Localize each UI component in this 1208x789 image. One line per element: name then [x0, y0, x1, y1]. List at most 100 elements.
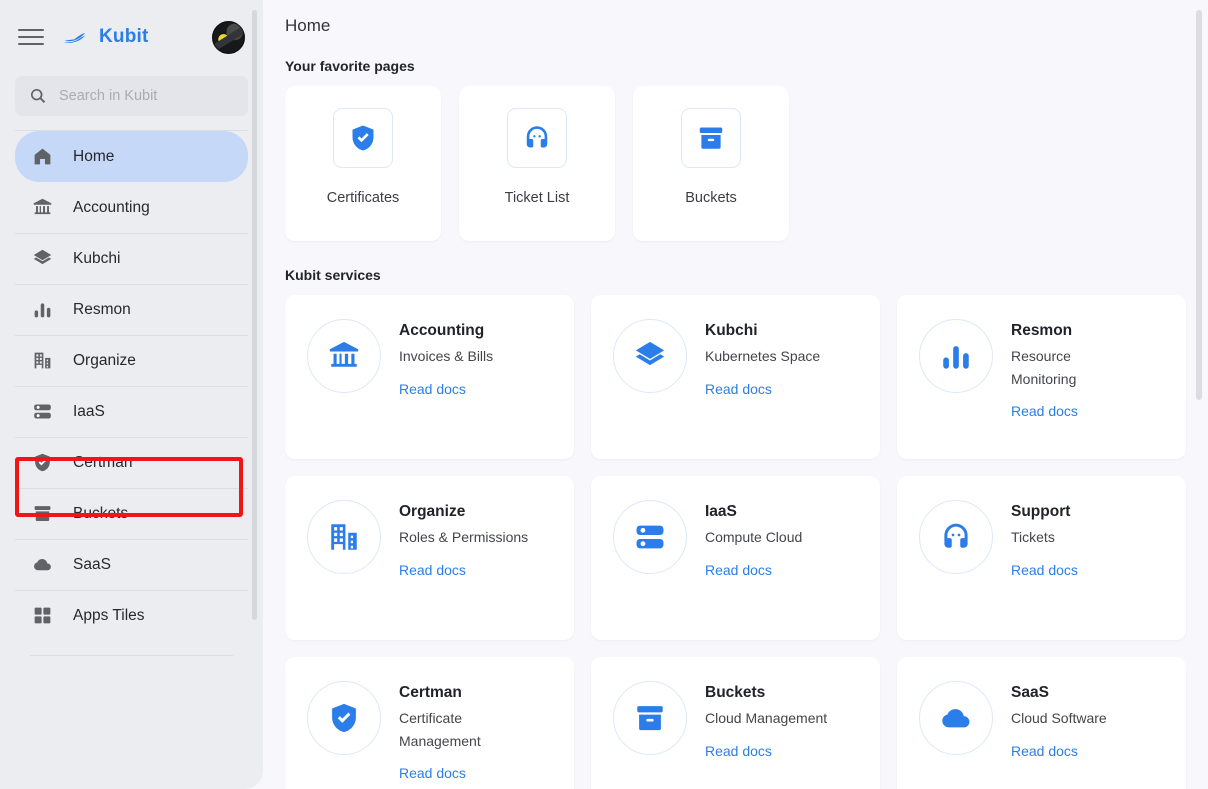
- service-text: SaaS Cloud Software Read docs: [1011, 681, 1107, 759]
- favorite-card-ticket-list[interactable]: Ticket List: [459, 86, 615, 241]
- service-subtitle: Invoices & Bills: [399, 348, 494, 364]
- sidebar-item-buckets[interactable]: Buckets: [15, 488, 248, 539]
- services-grid: Accounting Invoices & Bills Read docs Ku…: [285, 295, 1208, 789]
- read-docs-link[interactable]: Read docs: [705, 381, 820, 397]
- service-card-accounting[interactable]: Accounting Invoices & Bills Read docs: [285, 295, 574, 459]
- cloud-icon: [939, 701, 973, 735]
- brand-name: Kubit: [99, 26, 149, 47]
- building-icon: [327, 520, 361, 554]
- sidebar-item-iaas[interactable]: IaaS: [15, 386, 248, 437]
- sidebar-item-label: Organize: [73, 351, 136, 369]
- service-text: Organize Roles & Permissions Read docs: [399, 500, 528, 578]
- read-docs-link[interactable]: Read docs: [1011, 403, 1107, 419]
- icon-circle: [307, 681, 381, 755]
- main-scrollbar[interactable]: [1196, 10, 1202, 400]
- service-name: Support: [1011, 503, 1071, 520]
- sidebar-scrollbar[interactable]: [252, 10, 257, 620]
- favorite-card-label: Buckets: [685, 190, 737, 206]
- sidebar-item-label: Certman: [73, 453, 133, 471]
- building-icon: [32, 350, 53, 371]
- service-text: Kubchi Kubernetes Space Read docs: [705, 319, 820, 397]
- sidebar-header: Kubit: [0, 0, 263, 74]
- sidebar-item-apps-tiles[interactable]: Apps Tiles: [15, 590, 248, 641]
- icon-circle: [613, 500, 687, 574]
- favorites-heading: Your favorite pages: [285, 58, 415, 74]
- bank-icon: [327, 339, 361, 373]
- service-text: Support Tickets Read docs: [1011, 500, 1078, 578]
- service-name: Resmon: [1011, 322, 1073, 339]
- service-text: Certman Certificate Management Read docs: [399, 681, 491, 781]
- service-card-certman[interactable]: Certman Certificate Management Read docs: [285, 657, 574, 789]
- service-card-kubchi[interactable]: Kubchi Kubernetes Space Read docs: [591, 295, 880, 459]
- favorite-card-certificates[interactable]: Certificates: [285, 86, 441, 241]
- read-docs-link[interactable]: Read docs: [1011, 743, 1107, 759]
- search-input[interactable]: Search in Kubit: [15, 76, 248, 116]
- favorite-card-label: Ticket List: [504, 190, 570, 206]
- avatar[interactable]: [212, 20, 245, 54]
- icon-circle: [613, 319, 687, 393]
- sidebar-item-kubchi[interactable]: Kubchi: [15, 233, 248, 284]
- sidebar-item-label: Kubchi: [73, 249, 121, 267]
- sidebar-item-resmon[interactable]: Resmon: [15, 284, 248, 335]
- service-subtitle: Certificate Management: [399, 710, 481, 749]
- home-icon: [32, 146, 53, 167]
- service-subtitle: Cloud Management: [705, 710, 828, 726]
- boat-logo-icon: [62, 29, 92, 45]
- layers-icon: [633, 339, 667, 373]
- read-docs-link[interactable]: Read docs: [705, 562, 802, 578]
- icon-circle: [613, 681, 687, 755]
- service-card-resmon[interactable]: Resmon Resource Monitoring Read docs: [897, 295, 1186, 459]
- read-docs-link[interactable]: Read docs: [399, 381, 493, 397]
- read-docs-link[interactable]: Read docs: [399, 562, 528, 578]
- service-card-organize[interactable]: Organize Roles & Permissions Read docs: [285, 476, 574, 640]
- archive-icon: [32, 503, 53, 524]
- service-name: Kubchi: [705, 322, 758, 339]
- favorite-card-buckets[interactable]: Buckets: [633, 86, 789, 241]
- service-subtitle: Cloud Software: [1011, 710, 1107, 726]
- service-card-saas[interactable]: SaaS Cloud Software Read docs: [897, 657, 1186, 789]
- service-name: Buckets: [705, 684, 766, 701]
- page-title: Home: [285, 16, 331, 35]
- service-card-support[interactable]: Support Tickets Read docs: [897, 476, 1186, 640]
- sidebar-item-label: IaaS: [73, 402, 105, 420]
- service-text: Accounting Invoices & Bills Read docs: [399, 319, 493, 397]
- service-text: Buckets Cloud Management Read docs: [705, 681, 827, 759]
- sidebar-item-label: SaaS: [73, 555, 111, 573]
- service-name: Certman: [399, 684, 462, 701]
- sidebar-item-certman[interactable]: Certman: [15, 437, 248, 488]
- favorites-row: Certificates Ticket List Buckets: [285, 86, 1208, 241]
- bar-chart-icon: [32, 299, 53, 320]
- server-icon: [32, 401, 53, 422]
- favorite-card-label: Certificates: [326, 190, 400, 206]
- service-name: SaaS: [1011, 684, 1049, 701]
- sidebar-item-label: Resmon: [73, 300, 131, 318]
- service-subtitle: Kubernetes Space: [705, 348, 821, 364]
- icon-circle: [307, 500, 381, 574]
- icon-circle: [919, 681, 993, 755]
- sidebar-item-saas[interactable]: SaaS: [15, 539, 248, 590]
- cloud-icon: [32, 554, 53, 575]
- service-text: IaaS Compute Cloud Read docs: [705, 500, 802, 578]
- service-subtitle: Resource Monitoring: [1011, 348, 1077, 387]
- icon-box: [681, 108, 741, 168]
- brand-logo[interactable]: Kubit: [62, 26, 149, 48]
- sidebar-item-home[interactable]: Home: [15, 131, 248, 182]
- hamburger-menu-icon[interactable]: [18, 24, 44, 50]
- search-icon: [29, 87, 47, 105]
- read-docs-link[interactable]: Read docs: [705, 743, 827, 759]
- read-docs-link[interactable]: Read docs: [1011, 562, 1078, 578]
- search-placeholder: Search in Kubit: [59, 88, 158, 104]
- sidebar-nav: Home Accounting Kubchi Resmon Organize I…: [0, 131, 263, 656]
- services-heading: Kubit services: [285, 267, 381, 283]
- shield-check-icon: [327, 701, 361, 735]
- service-card-iaas[interactable]: IaaS Compute Cloud Read docs: [591, 476, 880, 640]
- service-subtitle: Roles & Permissions: [399, 529, 529, 545]
- service-subtitle: Compute Cloud: [705, 529, 803, 545]
- icon-box: [507, 108, 567, 168]
- service-card-buckets[interactable]: Buckets Cloud Management Read docs: [591, 657, 880, 789]
- sidebar-item-label: Home: [73, 147, 115, 165]
- sidebar-item-organize[interactable]: Organize: [15, 335, 248, 386]
- icon-box: [333, 108, 393, 168]
- sidebar-item-accounting[interactable]: Accounting: [15, 182, 248, 233]
- read-docs-link[interactable]: Read docs: [399, 765, 491, 781]
